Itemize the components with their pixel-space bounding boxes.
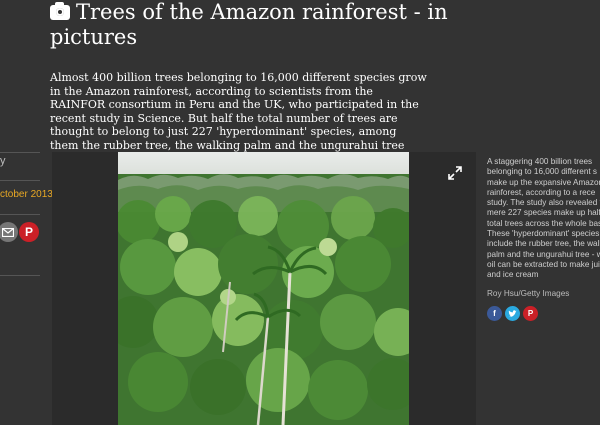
caption-line: belonging to 16,000 different s bbox=[487, 167, 598, 177]
publication-date: ctober 2013 bbox=[0, 189, 53, 200]
pinterest-share-button[interactable]: P bbox=[523, 306, 538, 321]
photo-credit: Roy Hsu/Getty Images bbox=[487, 289, 570, 298]
rainforest-photo[interactable] bbox=[118, 152, 409, 425]
camera-icon bbox=[50, 2, 70, 20]
expand-icon bbox=[448, 166, 462, 180]
caption-line: make up the expansive Amazon bbox=[487, 177, 600, 187]
caption-line: palm and the ungurahui tree - w bbox=[487, 249, 600, 259]
byline: y bbox=[0, 155, 6, 167]
article-meta-column: y ctober 2013 P bbox=[0, 0, 53, 425]
caption-line: These 'hyperdominant' species bbox=[487, 229, 600, 239]
email-share-button[interactable] bbox=[0, 222, 18, 242]
rainforest-canopy-image bbox=[118, 152, 409, 425]
caption-line: mere 227 species make up half o bbox=[487, 208, 600, 218]
caption-line: include the rubber tree, the walk bbox=[487, 239, 600, 249]
twitter-share-button[interactable] bbox=[505, 306, 520, 321]
image-caption: A staggering 400 billion trees belonging… bbox=[487, 157, 600, 281]
gallery-title-text: Trees of the Amazon rainforest - in pict… bbox=[50, 0, 448, 49]
caption-line: rainforest, according to a rece bbox=[487, 187, 596, 197]
caption-line: and ice cream bbox=[487, 270, 539, 280]
pinterest-share-button[interactable]: P bbox=[19, 222, 39, 242]
facebook-icon: f bbox=[493, 309, 496, 318]
fullscreen-expand-button[interactable] bbox=[444, 162, 466, 184]
divider bbox=[0, 180, 40, 181]
pinterest-icon: P bbox=[24, 225, 33, 239]
twitter-icon bbox=[508, 309, 517, 317]
standfirst: Almost 400 billion trees belonging to 16… bbox=[50, 71, 427, 152]
caption-line: study. The study also revealed th bbox=[487, 198, 600, 208]
facebook-share-button[interactable]: f bbox=[487, 306, 502, 321]
email-icon bbox=[2, 227, 14, 237]
divider bbox=[0, 214, 40, 215]
caption-line: A staggering 400 billion trees bbox=[487, 157, 593, 166]
divider bbox=[0, 275, 40, 276]
pinterest-icon: P bbox=[527, 309, 534, 318]
caption-line: total trees across the whole bas bbox=[487, 218, 600, 228]
gallery-title: Trees of the Amazon rainforest - in pict… bbox=[50, 0, 470, 50]
divider bbox=[0, 152, 40, 153]
caption-line: oil can be extracted to make juic bbox=[487, 259, 600, 269]
